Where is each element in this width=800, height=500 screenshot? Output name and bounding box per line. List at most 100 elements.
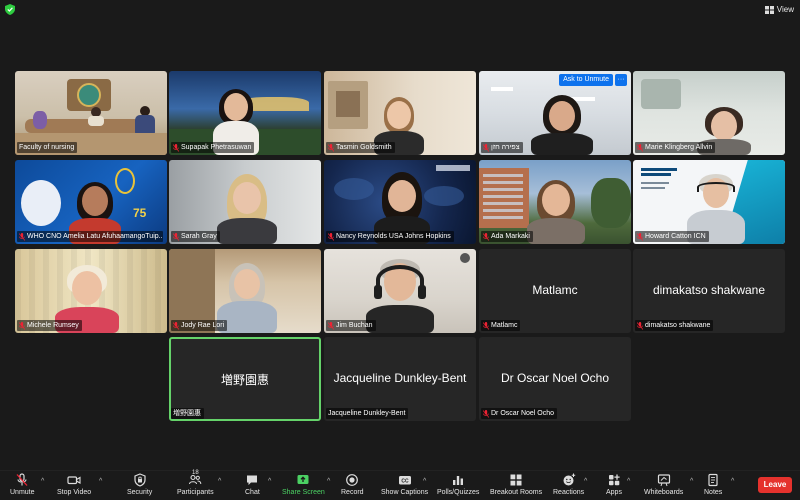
view-label: View bbox=[776, 5, 794, 14]
view-button[interactable]: View bbox=[764, 3, 794, 16]
video-tile[interactable]: Nancy Reynolds USA Johns Hopkins bbox=[324, 160, 476, 244]
meeting-toolbar: Unmute ^ Stop Video ^ Security 18 Partic… bbox=[0, 470, 800, 500]
muted-mic-icon bbox=[637, 143, 643, 152]
muted-mic-icon bbox=[483, 143, 489, 152]
participant-name-tag: Sarah Gray bbox=[171, 231, 220, 242]
participants-button[interactable]: 18 Participants bbox=[177, 470, 214, 496]
reactions-options-chevron-icon[interactable]: ^ bbox=[584, 478, 587, 485]
notes-options-chevron-icon[interactable]: ^ bbox=[731, 478, 734, 485]
video-tile-no-video[interactable]: Dr Oscar Noel Ocho Dr Oscar Noel Ocho bbox=[479, 337, 631, 421]
participant-name-tag: Supapak Phetrasuwan bbox=[171, 142, 255, 153]
record-icon bbox=[346, 474, 359, 486]
apps-icon bbox=[608, 474, 620, 486]
video-tile[interactable]: Tasmin Goldsmith bbox=[324, 71, 476, 155]
participant-name-tag: Matlamc bbox=[481, 320, 521, 331]
muted-mic-icon bbox=[19, 321, 25, 330]
video-options-chevron-icon[interactable]: ^ bbox=[99, 478, 102, 485]
security-button[interactable]: Security bbox=[127, 473, 152, 496]
muted-mic-icon bbox=[173, 232, 179, 241]
video-tile[interactable]: Faculty of nursing bbox=[15, 71, 167, 155]
participant-name-tag: dimakatso shakwane bbox=[635, 320, 714, 331]
participant-name-tag: Jody Rae Lori bbox=[171, 320, 228, 331]
closed-captions-icon: CC bbox=[398, 476, 411, 485]
record-button[interactable]: Record bbox=[341, 473, 364, 496]
participant-name-tag: Howard Catton ICN bbox=[635, 231, 709, 242]
muted-mic-icon bbox=[328, 143, 334, 152]
notes-button[interactable]: Notes bbox=[704, 473, 722, 496]
video-tile-no-video[interactable]: dimakatso shakwane dimakatso shakwane bbox=[633, 249, 785, 333]
video-tile-no-video[interactable]: Jacqueline Dunkley-Bent Jacqueline Dunkl… bbox=[324, 337, 476, 421]
muted-mic-icon bbox=[483, 321, 489, 330]
stop-video-button[interactable]: Stop Video bbox=[57, 473, 91, 496]
muted-mic-icon bbox=[328, 232, 334, 241]
share-screen-button[interactable]: Share Screen bbox=[282, 473, 325, 496]
participant-name-tag: צפירה חזן bbox=[481, 142, 523, 153]
participant-display-name: 増野園惠 bbox=[220, 373, 269, 387]
captions-options-chevron-icon[interactable]: ^ bbox=[423, 478, 426, 485]
whiteboards-button[interactable]: Whiteboards bbox=[644, 473, 683, 496]
participant-name-tag: Tasmin Goldsmith bbox=[326, 142, 395, 153]
video-tile[interactable]: Ada Markaki bbox=[479, 160, 631, 244]
muted-mic-icon bbox=[637, 321, 643, 330]
poll-chart-icon bbox=[453, 476, 464, 485]
video-tile[interactable]: Sarah Gray bbox=[169, 160, 321, 244]
participants-count-badge: 18 bbox=[192, 470, 199, 476]
muted-microphone-icon bbox=[16, 473, 28, 486]
polls-quizzes-button[interactable]: Polls/Quizzes bbox=[437, 473, 479, 496]
encryption-shield-icon[interactable] bbox=[5, 4, 15, 15]
participant-display-name: Dr Oscar Noel Ocho bbox=[500, 371, 610, 385]
participant-name-tag: Ada Markaki bbox=[481, 231, 533, 242]
muted-mic-icon bbox=[483, 232, 489, 241]
breakout-rooms-button[interactable]: Breakout Rooms bbox=[490, 473, 542, 496]
chat-bubble-icon bbox=[247, 475, 258, 485]
chat-options-chevron-icon[interactable]: ^ bbox=[268, 478, 271, 485]
video-tile-active-speaker[interactable]: 増野園惠 増野園惠 bbox=[169, 337, 321, 421]
participant-name-tag: Jim Buchan bbox=[326, 320, 376, 331]
participant-name-tag: WHO CNO Amelia Latu AfuhaamangoTuip... bbox=[17, 231, 163, 242]
video-camera-icon bbox=[67, 476, 81, 485]
share-screen-arrow-icon bbox=[297, 475, 309, 484]
zoom-meeting-window: View Faculty of nursing Supapak Phetrasu… bbox=[0, 0, 800, 500]
chat-button[interactable]: Chat bbox=[245, 473, 260, 496]
security-shield-icon bbox=[134, 473, 146, 487]
breakout-rooms-grid-icon bbox=[510, 474, 522, 486]
apps-button[interactable]: Apps bbox=[606, 473, 622, 496]
participant-name-tag: Dr Oscar Noel Ocho bbox=[481, 408, 558, 419]
ask-to-unmute-button[interactable]: Ask to Unmute bbox=[559, 74, 613, 86]
video-tile[interactable]: Supapak Phetrasuwan bbox=[169, 71, 321, 155]
muted-mic-icon bbox=[19, 232, 25, 241]
video-tile[interactable]: Marie Klingberg Allvin bbox=[633, 71, 785, 155]
video-tile[interactable]: 75 WHO CNO Amelia Latu AfuhaamangoTuip..… bbox=[15, 160, 167, 244]
video-tile[interactable]: Jody Rae Lori bbox=[169, 249, 321, 333]
participant-name-tag: 増野園惠 bbox=[171, 408, 204, 419]
more-options-button[interactable]: ··· bbox=[615, 74, 627, 86]
video-tile[interactable]: Howard Catton ICN bbox=[633, 160, 785, 244]
participant-display-name: Matlamc bbox=[532, 283, 578, 297]
participant-name-tag: Michele Rumsey bbox=[17, 320, 82, 331]
notes-document-icon bbox=[708, 473, 718, 487]
video-tile[interactable]: Ask to Unmute ··· צפירה חזן bbox=[479, 71, 631, 155]
apps-options-chevron-icon[interactable]: ^ bbox=[627, 478, 630, 485]
participant-display-name: Jacqueline Dunkley-Bent bbox=[333, 371, 467, 385]
smiley-plus-icon bbox=[563, 473, 575, 486]
video-tile[interactable]: Michele Rumsey bbox=[15, 249, 167, 333]
participant-name-tag: Marie Klingberg Allvin bbox=[635, 142, 716, 153]
ask-to-unmute-group: Ask to Unmute ··· bbox=[559, 74, 627, 86]
svg-text:CC: CC bbox=[401, 479, 409, 485]
unmute-button[interactable]: Unmute bbox=[10, 473, 35, 496]
share-options-chevron-icon[interactable]: ^ bbox=[327, 478, 330, 485]
whiteboards-options-chevron-icon[interactable]: ^ bbox=[690, 478, 693, 485]
muted-mic-icon bbox=[173, 321, 179, 330]
leave-meeting-button[interactable]: Leave bbox=[758, 477, 792, 493]
participant-display-name: dimakatso shakwane bbox=[652, 283, 766, 297]
audio-options-chevron-icon[interactable]: ^ bbox=[41, 478, 44, 485]
participant-name-tag: Faculty of nursing bbox=[17, 142, 78, 153]
participants-options-chevron-icon[interactable]: ^ bbox=[218, 478, 221, 485]
reactions-button[interactable]: Reactions bbox=[553, 473, 584, 496]
video-tile-no-video[interactable]: Matlamc Matlamc bbox=[479, 249, 631, 333]
whiteboard-icon bbox=[657, 474, 670, 487]
video-tile[interactable]: Jim Buchan bbox=[324, 249, 476, 333]
participant-name-tag: Jacqueline Dunkley-Bent bbox=[326, 408, 409, 419]
muted-mic-icon bbox=[173, 143, 179, 152]
show-captions-button[interactable]: CC Show Captions bbox=[381, 473, 428, 496]
